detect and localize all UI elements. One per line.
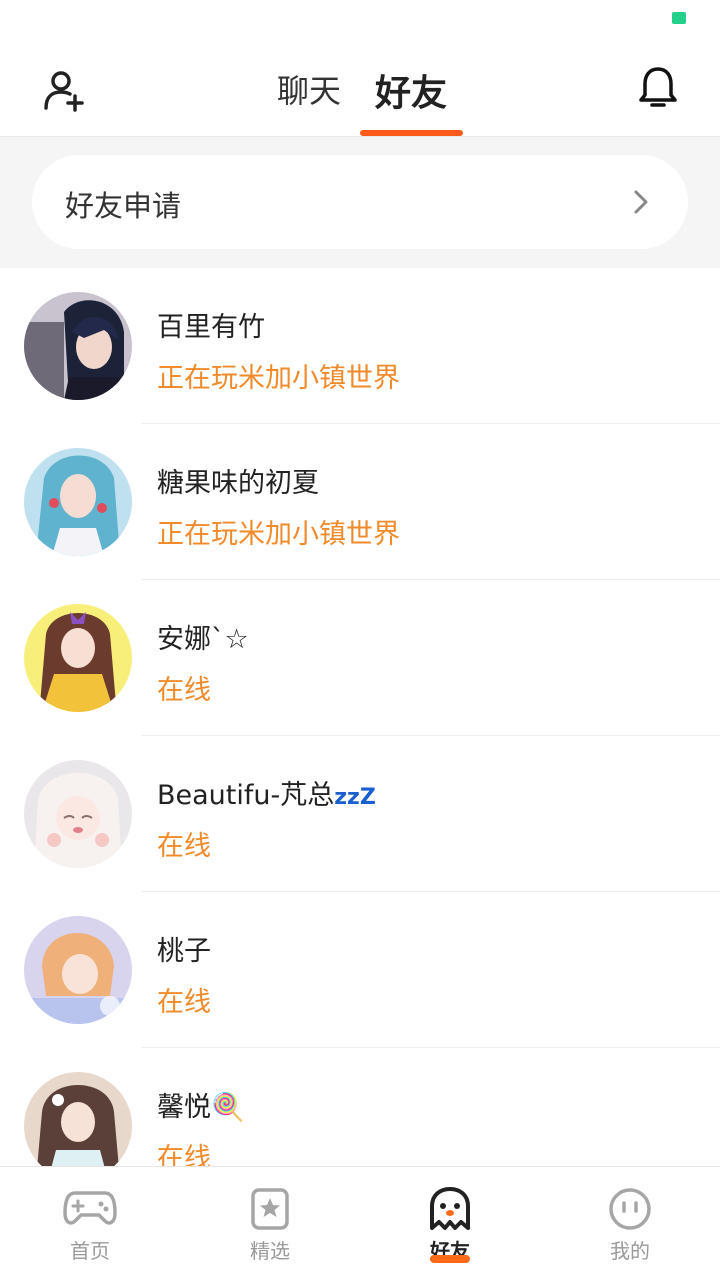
friend-list-item[interactable]: 馨悦🍭 在线 (0, 1048, 720, 1166)
friend-name-text: Beautifu-芃总 (157, 780, 335, 811)
friend-status: 在线 (157, 831, 211, 862)
tab-friends[interactable]: 好友 (375, 64, 447, 116)
friend-list: 百里有竹 正在玩米加小镇世界 糖果味的初夏 正在玩米加小镇世界 安娜`☆ 在线 (0, 268, 720, 1166)
avatar (24, 1072, 132, 1166)
avatar (24, 916, 132, 1024)
friend-name: 桃子 (157, 936, 211, 967)
sleeping-zzz-icon: zzZ (334, 785, 376, 810)
nav-friends[interactable]: 好友 (360, 1167, 540, 1280)
friend-status: 正在玩米加小镇世界 (157, 519, 400, 550)
friend-status: 在线 (157, 1143, 211, 1166)
friend-list-item[interactable]: 百里有竹 正在玩米加小镇世界 (0, 268, 720, 424)
avatar (24, 604, 132, 712)
avatar (24, 292, 132, 400)
notifications-button[interactable] (632, 62, 684, 114)
tab-bar: 聊天 好友 (0, 44, 720, 136)
nav-profile[interactable]: 我的 (540, 1167, 720, 1280)
friend-name: Beautifu-芃总zzZ (157, 773, 376, 812)
friend-status: 在线 (157, 987, 211, 1018)
star-bookmark-icon (251, 1188, 289, 1230)
friend-status: 在线 (157, 675, 211, 706)
bell-icon (639, 67, 677, 107)
friend-list-item[interactable]: 糖果味的初夏 正在玩米加小镇世界 (0, 424, 720, 580)
friend-list-item[interactable]: Beautifu-芃总zzZ 在线 (0, 736, 720, 892)
avatar (24, 448, 132, 556)
status-indicator-icon (672, 12, 686, 24)
friend-list-item[interactable]: 桃子 在线 (0, 892, 720, 1048)
friend-request-button[interactable]: 好友申请 (32, 155, 688, 249)
ghost-icon (430, 1187, 470, 1230)
friend-name: 馨悦🍭 (157, 1092, 245, 1123)
gamepad-icon (63, 1191, 117, 1225)
tab-chat[interactable]: 聊天 (277, 66, 341, 112)
friend-request-section: 好友申请 (0, 137, 720, 268)
face-icon (609, 1188, 651, 1230)
friend-request-label: 好友申请 (65, 189, 182, 223)
nav-featured-label: 精选 (250, 1239, 290, 1263)
friend-name: 百里有竹 (157, 312, 265, 343)
status-bar (0, 0, 720, 44)
friend-list-item[interactable]: 安娜`☆ 在线 (0, 580, 720, 736)
chevron-right-icon (634, 190, 648, 214)
add-user-icon (44, 71, 84, 112)
nav-home-label: 首页 (70, 1239, 110, 1263)
nav-profile-label: 我的 (610, 1239, 650, 1263)
top-header: 聊天 好友 (0, 44, 720, 136)
bottom-nav: 首页 精选 好友 我的 (0, 1166, 720, 1280)
add-friend-button[interactable] (38, 64, 90, 116)
nav-active-indicator (430, 1255, 470, 1263)
friend-name: 糖果味的初夏 (157, 468, 319, 499)
avatar (24, 760, 132, 868)
nav-home[interactable]: 首页 (0, 1167, 180, 1280)
nav-featured[interactable]: 精选 (180, 1167, 360, 1280)
friend-name: 安娜`☆ (157, 624, 249, 655)
friend-status: 正在玩米加小镇世界 (157, 363, 400, 394)
